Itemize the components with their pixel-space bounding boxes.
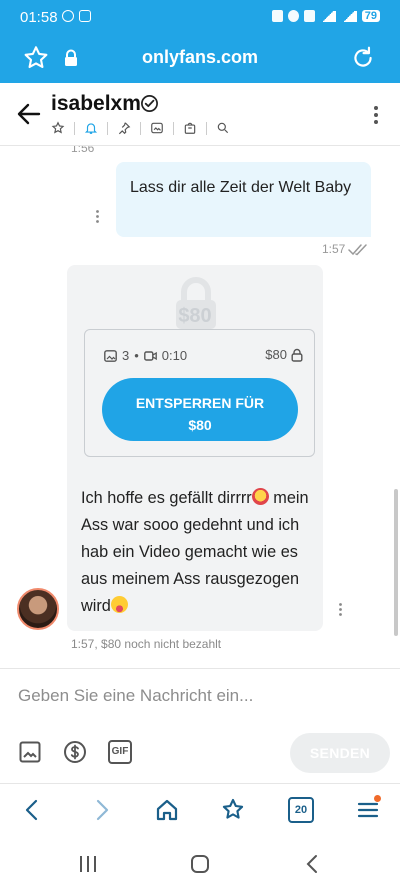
pin-icon[interactable]	[117, 121, 131, 135]
bookmarks-icon[interactable]	[220, 797, 246, 823]
message-options-icon[interactable]	[96, 210, 99, 223]
outgoing-message[interactable]: Lass dir alle Zeit der Welt Baby	[116, 162, 371, 237]
divider	[74, 121, 75, 135]
checkbox-icon	[79, 10, 91, 22]
video-duration: 0:10	[161, 348, 188, 363]
search-icon[interactable]	[216, 121, 230, 135]
back-arrow-icon[interactable]	[17, 103, 41, 125]
message-input[interactable]	[18, 683, 378, 709]
media-gallery-icon[interactable]	[150, 121, 164, 135]
image-count-icon	[104, 349, 117, 362]
unlock-price: $80	[188, 416, 212, 433]
verified-icon	[141, 95, 158, 112]
lock-icon	[291, 348, 303, 362]
tip-dollar-icon[interactable]	[63, 740, 87, 764]
reload-icon[interactable]	[350, 45, 376, 71]
forward-icon[interactable]	[88, 797, 114, 823]
ppv-price: $80	[265, 347, 303, 362]
system-nav-bar	[0, 839, 400, 889]
divider	[206, 121, 207, 135]
message-composer: GIF SENDEN	[0, 668, 400, 784]
caption-part: Ich hoffe es gefällt dirrrr	[81, 489, 252, 507]
ppv-caption: Ich hoffe es gefällt dirrrr mein Ass war…	[81, 485, 316, 620]
divider	[173, 121, 174, 135]
message-timestamp: 1:57,	[71, 637, 98, 651]
message-timestamp: 1:57	[322, 242, 346, 256]
locked-price: $80	[178, 305, 212, 327]
media-info: 3 • 0:10	[104, 348, 187, 363]
unlock-label: ENTSPERREN FÜR	[135, 394, 265, 411]
ppv-message: $80 3 • 0:10 $80 ENTSPERREN FÜR $80 Ich …	[67, 265, 323, 631]
unlock-button[interactable]: ENTSPERREN FÜR $80	[102, 378, 298, 441]
recent-apps-icon[interactable]	[77, 853, 99, 875]
ppv-price-label: $80	[265, 347, 287, 362]
tongue-wink-emoji-icon	[110, 596, 128, 613]
mute-icon	[303, 10, 315, 22]
chat-tools	[51, 121, 230, 135]
divider	[140, 121, 141, 135]
send-button[interactable]: SENDEN	[290, 733, 390, 773]
avatar[interactable]	[17, 588, 59, 630]
system-icons: 79	[271, 10, 380, 22]
divider	[107, 121, 108, 135]
chat-messages[interactable]: 1:56 Lass dir alle Zeit der Welt Baby 1:…	[0, 146, 400, 668]
shopping-bag-icon[interactable]	[183, 121, 197, 135]
alarm-icon	[287, 10, 299, 22]
browser-url-bar: onlyfans.com	[0, 34, 400, 83]
message-options-icon[interactable]	[339, 603, 342, 616]
favorite-star-icon[interactable]	[51, 121, 65, 135]
signal-icon	[340, 10, 357, 22]
sim-icon	[271, 10, 283, 22]
back-icon[interactable]	[20, 797, 46, 823]
battery-icon: 79	[361, 10, 380, 22]
home-button-icon[interactable]	[189, 853, 211, 875]
message-timestamp: 1:56	[71, 146, 95, 155]
scrollbar[interactable]	[394, 489, 398, 636]
address-bar[interactable]: onlyfans.com	[0, 47, 400, 68]
chat-header: isabelxm	[0, 83, 400, 146]
home-icon[interactable]	[154, 797, 180, 823]
notification-bell-icon[interactable]	[84, 121, 98, 135]
video-icon	[143, 350, 157, 361]
media-separator: •	[134, 348, 139, 363]
more-options-icon[interactable]	[374, 105, 378, 125]
tabs-icon[interactable]: 20	[288, 797, 314, 823]
gif-icon[interactable]: GIF	[108, 740, 132, 764]
system-back-icon[interactable]	[301, 853, 323, 875]
notification-dot	[374, 795, 381, 802]
browser-toolbar: 20	[0, 783, 400, 840]
read-receipt-icon	[348, 244, 367, 256]
wifi-icon	[319, 10, 336, 22]
payment-status: $80 noch nicht bezahlt	[101, 637, 222, 651]
status-time: 01:58	[20, 9, 58, 26]
ppv-unlock-box: 3 • 0:10 $80 ENTSPERREN FÜR $80	[84, 329, 315, 457]
image-count: 3	[122, 348, 130, 363]
notification-icons	[62, 10, 91, 22]
chat-username[interactable]: isabelxm	[51, 92, 141, 116]
image-upload-icon[interactable]	[18, 740, 42, 764]
ppv-meta: 1:57, $80 noch nicht bezahlt	[71, 637, 221, 651]
status-bar: 01:58 79	[0, 0, 400, 34]
hot-face-emoji-icon	[251, 488, 269, 505]
whatsapp-icon	[62, 10, 74, 22]
